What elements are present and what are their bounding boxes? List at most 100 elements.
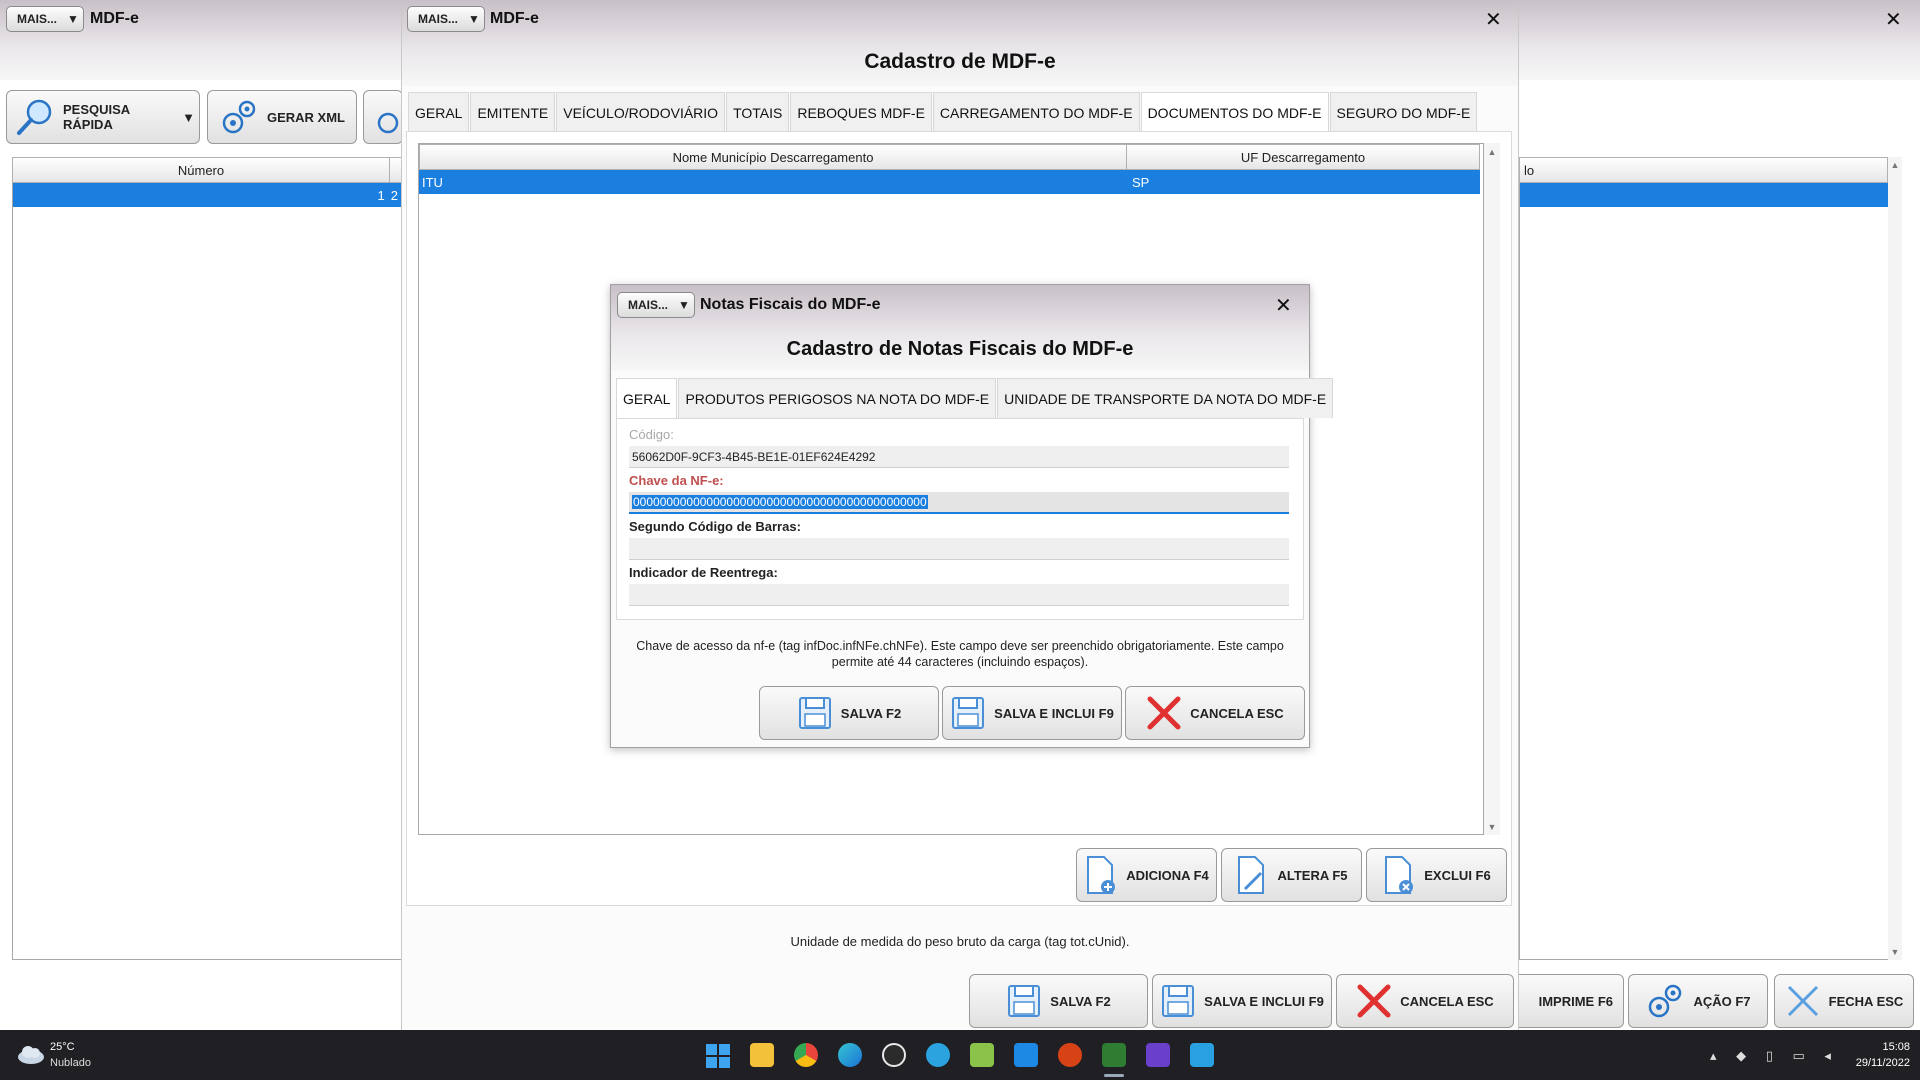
taskbar — [0, 1030, 1920, 1080]
back-grid-right — [1519, 157, 1891, 960]
altera-button[interactable]: ALTERA F5 — [1221, 848, 1362, 902]
dialog-title: Notas Fiscais do MDF-e — [700, 296, 881, 313]
scrollbar[interactable]: ▲ ▼ — [1484, 143, 1500, 835]
grid-header-right-partial[interactable]: lo — [1519, 157, 1888, 183]
tab-geral[interactable]: GERAL — [408, 92, 470, 132]
add-document-icon — [1087, 856, 1116, 894]
codigo-label: Código: — [629, 427, 674, 442]
gear-icon — [222, 100, 256, 134]
adiciona-button[interactable]: ADICIONA F4 — [1076, 848, 1217, 902]
app-icon[interactable] — [1102, 1043, 1126, 1067]
tab-dialog-geral[interactable]: GERAL — [616, 378, 678, 418]
chevron-down-icon: ▼ — [468, 12, 480, 26]
save-icon — [952, 697, 985, 729]
delete-document-icon — [1385, 856, 1414, 894]
tab-veiculo[interactable]: VEÍCULO/RODOVIÁRIO — [556, 92, 726, 132]
main-cancela-button[interactable]: CANCELA ESC — [1336, 974, 1514, 1028]
dialog-salva-button[interactable]: SALVA F2 — [759, 686, 939, 740]
app-icon[interactable] — [1146, 1043, 1170, 1067]
tab-reboques[interactable]: REBOQUES MDF-E — [790, 92, 932, 132]
tab-documentos[interactable]: DOCUMENTOS DO MDF-E — [1140, 92, 1329, 132]
main-hint: Unidade de medida do peso bruto da carga… — [790, 934, 1130, 949]
table-row[interactable] — [1520, 183, 1888, 207]
grid-header-municipio[interactable]: Nome Município Descarregamento — [419, 144, 1127, 170]
gear-icon — [1649, 984, 1682, 1018]
edge-icon[interactable] — [838, 1043, 862, 1067]
main-window-title: MDF-e — [490, 10, 539, 27]
app-icon[interactable] — [1190, 1043, 1214, 1067]
fecha-button[interactable]: FECHA ESC — [1774, 974, 1914, 1028]
telegram-icon[interactable] — [926, 1043, 950, 1067]
table-row[interactable]: ITU SP — [419, 170, 1480, 194]
dialog-tabs: GERAL PRODUTOS PERIGOSOS NA NOTA DO MDF-… — [616, 378, 1334, 418]
save-icon — [798, 697, 831, 729]
windows-pane-icon — [719, 1057, 730, 1068]
scroll-up-icon[interactable]: ▲ — [1888, 160, 1902, 170]
tray-icons[interactable]: ▴ ◆ ▯ ▭ ◂ — [1710, 1048, 1839, 1064]
tab-carregamento[interactable]: CARREGAMENTO DO MDF-E — [932, 92, 1140, 132]
scroll-up-icon[interactable]: ▲ — [1484, 147, 1500, 157]
cloud-icon[interactable] — [16, 1043, 46, 1065]
indicador-reentrega-field[interactable] — [629, 584, 1289, 606]
back-close-icon[interactable]: ✕ — [1885, 10, 1902, 30]
chave-field[interactable]: 0000000000000000000000000000000000000000… — [629, 492, 1289, 514]
main-mais-button[interactable]: MAIS... ▼ — [407, 6, 485, 32]
gear-icon — [377, 112, 399, 134]
back-mais-button[interactable]: MAIS... ▼ — [6, 6, 84, 32]
folder-icon[interactable] — [750, 1043, 774, 1067]
scroll-down-icon[interactable]: ▼ — [1888, 947, 1902, 957]
tab-produtos-perigosos[interactable]: PRODUTOS PERIGOSOS NA NOTA DO MDF-E — [678, 378, 997, 418]
active-app-indicator — [1104, 1074, 1124, 1077]
tab-totais[interactable]: TOTAIS — [726, 92, 790, 132]
cancel-icon — [1357, 984, 1391, 1018]
save-icon — [1008, 985, 1041, 1017]
main-salva-button[interactable]: SALVA F2 — [969, 974, 1148, 1028]
grid-header-numero[interactable]: Número — [12, 157, 390, 183]
grid-header-uf[interactable]: UF Descarregamento — [1126, 144, 1480, 170]
tab-unidade-transporte[interactable]: UNIDADE DE TRANSPORTE DA NOTA DO MDF-E — [997, 378, 1334, 418]
chrome-icon[interactable] — [794, 1043, 818, 1067]
windows-pane-icon — [719, 1044, 730, 1055]
back-window-title: MDF-e — [90, 10, 139, 27]
segundo-codigo-field[interactable] — [629, 538, 1289, 560]
main-salva-inclui-button[interactable]: SALVA E INCLUI F9 — [1152, 974, 1332, 1028]
app-icon[interactable] — [1058, 1043, 1082, 1067]
app-icon[interactable] — [1014, 1043, 1038, 1067]
main-heading: Cadastro de MDF-e — [864, 50, 1056, 73]
dialog-mais-button[interactable]: MAIS... ▼ — [617, 292, 695, 318]
pesquisa-rapida-button[interactable]: PESQUISA RÁPIDA ▼ — [6, 90, 200, 144]
dialog-salva-inclui-button[interactable]: SALVA E INCLUI F9 — [942, 686, 1122, 740]
dialog-hint: Chave de acesso da nf-e (tag infDoc.infN… — [636, 639, 1284, 669]
windows-pane-icon — [706, 1044, 717, 1055]
tab-emitente[interactable]: EMITENTE — [470, 92, 556, 132]
exclui-button[interactable]: EXCLUI F6 — [1366, 848, 1507, 902]
windows-start-icon[interactable] — [706, 1044, 730, 1068]
clock-time[interactable]: 15:08 — [1830, 1041, 1910, 1053]
save-icon — [1162, 985, 1195, 1017]
edit-document-icon — [1238, 856, 1265, 894]
scrollbar[interactable]: ▲ ▼ — [1888, 157, 1902, 960]
dialog-close-icon[interactable]: ✕ — [1275, 296, 1292, 316]
main-close-icon[interactable]: ✕ — [1485, 10, 1502, 30]
tab-seguro[interactable]: SEGURO DO MDF-E — [1329, 92, 1478, 132]
cancel-icon — [1147, 696, 1181, 730]
weather-temp: 25°C — [50, 1041, 75, 1053]
notepad-icon[interactable] — [970, 1043, 994, 1067]
chevron-down-icon[interactable]: ▼ — [182, 110, 195, 125]
indicador-reentrega-label: Indicador de Reentrega: — [629, 565, 778, 580]
segundo-codigo-label: Segundo Código de Barras: — [629, 519, 801, 534]
gerar-xml-button[interactable]: GERAR XML — [207, 90, 357, 144]
dialog-heading: Cadastro de Notas Fiscais do MDF-e — [786, 338, 1134, 360]
chevron-down-icon: ▼ — [67, 12, 79, 26]
whatsapp-icon[interactable] — [882, 1043, 906, 1067]
clock-date[interactable]: 29/11/2022 — [1830, 1057, 1910, 1069]
scroll-down-icon[interactable]: ▼ — [1484, 822, 1500, 832]
codigo-field: 56062D0F-9CF3-4B45-BE1E-01EF624E4292 — [629, 446, 1289, 468]
dialog-cancela-button[interactable]: CANCELA ESC — [1125, 686, 1305, 740]
chave-label: Chave da NF-e: — [629, 473, 724, 488]
table-row[interactable]: 1 2 — [13, 183, 402, 207]
back-partial-button[interactable] — [363, 90, 403, 144]
acao-button[interactable]: AÇÃO F7 — [1628, 974, 1768, 1028]
weather-desc: Nublado — [50, 1057, 91, 1069]
windows-pane-icon — [706, 1057, 717, 1068]
